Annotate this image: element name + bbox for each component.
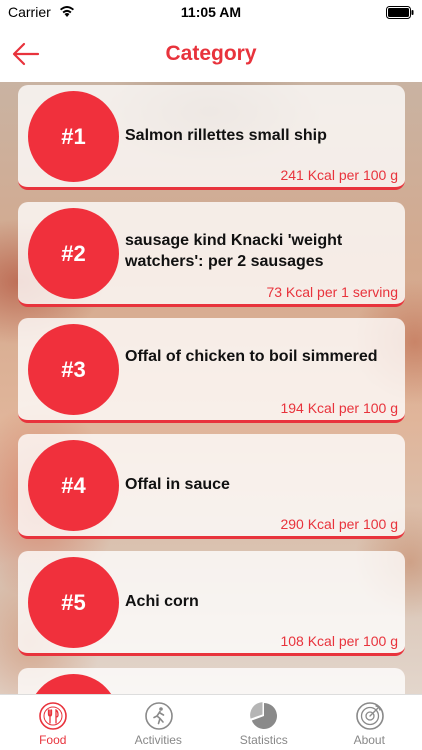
rank-badge: #3 (28, 324, 119, 415)
food-card[interactable]: #3 Offal of chicken to boil simmered 194… (18, 318, 405, 423)
rank-badge: #4 (28, 440, 119, 531)
food-card[interactable]: #2 sausage kind Knacki 'weight watchers'… (18, 202, 405, 307)
food-kcal: 73 Kcal per 1 serving (266, 284, 398, 300)
food-card[interactable]: #1 Salmon rillettes small ship 241 Kcal … (18, 85, 405, 190)
food-kcal: 194 Kcal per 100 g (280, 400, 398, 416)
rank-label: #2 (61, 240, 86, 266)
food-name: sausage kind Knacki 'weight watchers': p… (125, 232, 343, 270)
rank-label: #3 (61, 356, 86, 382)
food-card[interactable] (18, 668, 405, 694)
food-kcal: 241 Kcal per 100 g (280, 167, 398, 183)
rank-badge: #5 (28, 557, 119, 648)
statistics-icon (250, 702, 277, 729)
battery-icon (386, 6, 414, 19)
rank-badge: #2 (28, 208, 119, 299)
rank-label: #1 (61, 123, 86, 149)
clock: 11:05 AM (180, 4, 242, 20)
food-kcal: 108 Kcal per 100 g (280, 633, 398, 649)
tab-about-label: About (353, 733, 385, 747)
tab-about[interactable]: About (317, 695, 422, 750)
rank-badge: #1 (28, 91, 119, 182)
rank-label: #4 (61, 472, 86, 498)
page-title: Category (165, 42, 257, 65)
rank-label: #5 (61, 589, 86, 615)
activities-icon (144, 702, 173, 730)
tab-activities-label: Activities (134, 733, 182, 747)
food-name: Offal of chicken to boil simmered (125, 348, 378, 365)
about-icon (355, 702, 384, 730)
tab-statistics[interactable]: Statistics (211, 695, 317, 750)
tab-activities[interactable]: Activities (106, 695, 212, 750)
food-name: Offal in sauce (125, 476, 230, 493)
food-card[interactable]: #4 Offal in sauce 290 Kcal per 100 g (18, 434, 405, 539)
food-name: Achi corn (125, 593, 199, 610)
tab-food-label: Food (39, 733, 67, 747)
food-name: Salmon rillettes small ship (125, 127, 327, 144)
navigation-bar: Category (0, 26, 422, 82)
tab-food[interactable]: Food (0, 695, 106, 750)
tab-statistics-label: Statistics (239, 733, 288, 747)
rank-badge (28, 674, 119, 694)
food-list[interactable]: #1 Salmon rillettes small ship 241 Kcal … (0, 82, 422, 694)
food-icon (39, 702, 67, 730)
tab-bar: Food Activities Statistics About (0, 694, 422, 750)
food-kcal: 290 Kcal per 100 g (280, 516, 398, 532)
food-card[interactable]: #5 Achi corn 108 Kcal per 100 g (18, 551, 405, 656)
status-bar: Carrier 11:05 AM (0, 0, 422, 26)
